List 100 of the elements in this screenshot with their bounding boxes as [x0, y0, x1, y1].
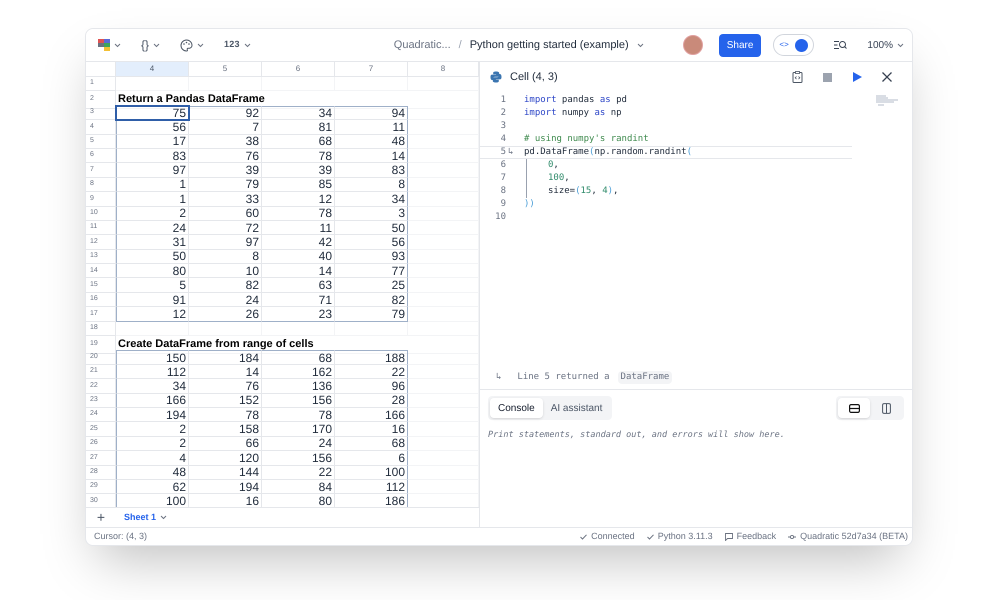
table-cell[interactable]: 17	[116, 134, 189, 149]
table-cell[interactable]: 34	[262, 106, 335, 120]
sheet-tab[interactable]: Sheet 1	[116, 510, 176, 524]
add-sheet-button[interactable]: +	[86, 507, 116, 528]
table-cell[interactable]: 56	[116, 120, 189, 135]
table-cell[interactable]: 50	[116, 250, 189, 264]
table-cell[interactable]: 91	[116, 292, 189, 308]
console-tab[interactable]: Console	[490, 398, 543, 418]
table-cell[interactable]: 158	[189, 422, 262, 437]
table-cell[interactable]: 166	[335, 408, 408, 422]
table-cell[interactable]: 2	[116, 436, 189, 452]
empty-cell[interactable]	[408, 408, 479, 422]
empty-cell[interactable]	[408, 364, 479, 380]
table-cell[interactable]: 152	[189, 394, 262, 408]
table-cell[interactable]: 82	[189, 278, 262, 293]
table-cell[interactable]: 8	[335, 178, 408, 192]
table-cell[interactable]: 80	[262, 494, 335, 507]
table-cell[interactable]: 39	[189, 163, 262, 178]
table-cell[interactable]: 112	[116, 364, 189, 380]
empty-cell[interactable]	[262, 77, 335, 92]
table-cell[interactable]: 184	[189, 350, 262, 365]
empty-cell[interactable]	[335, 322, 408, 336]
table-cell[interactable]: 6	[335, 451, 408, 466]
table-cell[interactable]: 62	[116, 480, 189, 494]
number-menu[interactable]: 123	[220, 38, 255, 52]
table-cell[interactable]: 2	[116, 422, 189, 437]
table-cell[interactable]: 144	[189, 466, 262, 480]
empty-cell[interactable]	[408, 451, 479, 466]
code-toggle[interactable]: <>	[773, 34, 814, 56]
table-cell[interactable]: 68	[262, 350, 335, 365]
table-cell[interactable]: 77	[335, 264, 408, 278]
empty-cell[interactable]	[189, 77, 262, 92]
empty-cell[interactable]	[408, 292, 479, 308]
table-cell[interactable]: 40	[262, 250, 335, 264]
breadcrumb-link[interactable]: Quadratic...	[394, 36, 451, 54]
table-cell[interactable]: 170	[262, 422, 335, 437]
table-cell[interactable]: 78	[262, 206, 335, 221]
table-cell[interactable]: 166	[116, 394, 189, 408]
empty-cell[interactable]	[116, 77, 189, 92]
table-cell[interactable]: 97	[116, 163, 189, 178]
table-cell[interactable]: 162	[262, 364, 335, 380]
table-cell[interactable]: 194	[189, 480, 262, 494]
table-cell[interactable]: 42	[262, 235, 335, 250]
empty-cell[interactable]	[408, 278, 479, 293]
share-button[interactable]: Share	[718, 34, 762, 56]
table-cell[interactable]: 39	[262, 163, 335, 178]
empty-cell[interactable]	[408, 379, 479, 394]
table-cell[interactable]: 68	[335, 436, 408, 452]
table-cell[interactable]: 2	[116, 206, 189, 221]
table-cell[interactable]: 100	[116, 494, 189, 507]
table-cell[interactable]: 71	[262, 292, 335, 308]
table-cell[interactable]: 1	[116, 192, 189, 207]
table-cell[interactable]: 31	[116, 235, 189, 250]
empty-cell[interactable]	[408, 422, 479, 437]
table-cell[interactable]: 25	[335, 278, 408, 293]
column-header[interactable]: 7	[335, 62, 408, 76]
table-cell[interactable]: 112	[335, 480, 408, 494]
table-cell[interactable]: 23	[262, 307, 335, 322]
table-cell[interactable]: 78	[189, 408, 262, 422]
table-cell[interactable]: 93	[335, 250, 408, 264]
table-cell[interactable]: 7	[189, 120, 262, 135]
table-cell[interactable]: 8	[189, 250, 262, 264]
table-cell[interactable]: 92	[189, 106, 262, 120]
table-cell[interactable]: 83	[335, 163, 408, 178]
table-cell[interactable]: 16	[189, 494, 262, 507]
table-cell[interactable]: 156	[262, 451, 335, 466]
table-cell[interactable]: 14	[262, 264, 335, 278]
table-cell[interactable]: 24	[116, 220, 189, 236]
empty-cell[interactable]	[408, 466, 479, 480]
empty-cell[interactable]	[408, 120, 479, 135]
table-cell[interactable]: 68	[262, 134, 335, 149]
layout-button[interactable]	[838, 398, 870, 418]
search-list-button[interactable]	[834, 40, 848, 50]
table-cell[interactable]: 24	[262, 436, 335, 452]
empty-cell[interactable]	[408, 264, 479, 278]
table-cell[interactable]: 34	[116, 379, 189, 394]
table-cell[interactable]: 14	[189, 364, 262, 380]
empty-cell[interactable]	[408, 148, 479, 164]
table-cell[interactable]: 50	[335, 220, 408, 236]
table-cell[interactable]: 78	[262, 148, 335, 164]
empty-cell[interactable]	[116, 322, 189, 336]
table-cell[interactable]: 14	[335, 148, 408, 164]
table-cell[interactable]: 100	[335, 466, 408, 480]
empty-cell[interactable]	[408, 322, 479, 336]
table-cell[interactable]: 188	[335, 350, 408, 365]
empty-cell[interactable]	[408, 394, 479, 408]
table-cell[interactable]: 120	[189, 451, 262, 466]
table-cell[interactable]: 136	[262, 379, 335, 394]
table-cell[interactable]: 97	[189, 235, 262, 250]
empty-cell[interactable]	[408, 91, 479, 109]
empty-cell[interactable]	[408, 192, 479, 207]
table-cell[interactable]: 85	[262, 178, 335, 192]
table-cell[interactable]: 48	[116, 466, 189, 480]
table-cell[interactable]: 66	[189, 436, 262, 452]
column-header[interactable]: 8	[408, 62, 479, 76]
table-cell[interactable]: 22	[262, 466, 335, 480]
table-cell[interactable]: 12	[262, 192, 335, 207]
table-cell[interactable]: 11	[262, 220, 335, 236]
table-cell[interactable]: 72	[189, 220, 262, 236]
empty-cell[interactable]	[408, 436, 479, 452]
